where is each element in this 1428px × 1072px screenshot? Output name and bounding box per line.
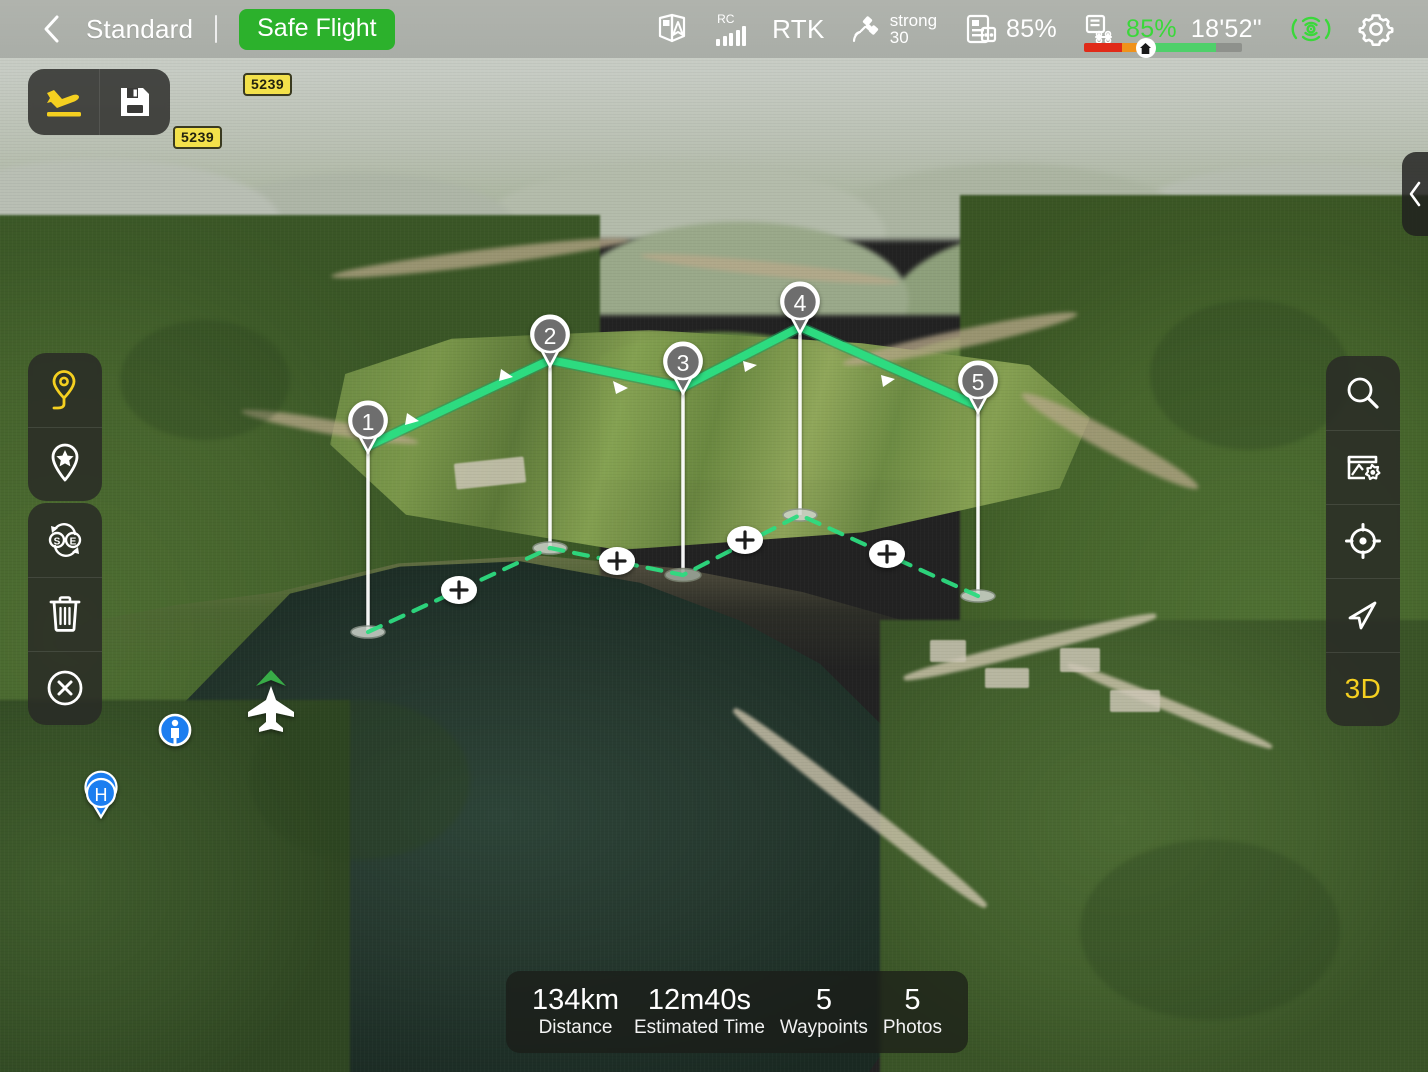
mission-summary-bar: 134km Distance 12m40s Estimated Time 5 W… — [506, 971, 968, 1053]
add-waypoint-button[interactable] — [441, 576, 477, 604]
waypoint-number: 3 — [677, 350, 690, 376]
toggle-3d-button[interactable]: 3D — [1326, 652, 1400, 726]
stat-distance: 134km Distance — [532, 985, 619, 1039]
flight-mode-label: Standard — [86, 14, 193, 45]
topbar-status-group: RC RTK — [641, 0, 1428, 58]
exit-edit-button[interactable] — [28, 651, 102, 725]
recenter-button[interactable] — [1326, 504, 1400, 578]
navigation-arrow-icon — [1344, 596, 1382, 634]
chevron-left-icon — [41, 14, 61, 44]
map-controls-rail: 3D — [1326, 356, 1400, 726]
gnss-strength: strong — [890, 12, 937, 29]
recenter-target-icon — [1343, 521, 1383, 561]
waypoint-number: 5 — [972, 369, 985, 395]
back-button[interactable] — [38, 16, 64, 42]
view-3d-label: 3D — [1345, 673, 1382, 705]
transmission-status[interactable] — [1278, 0, 1344, 58]
search-button[interactable] — [1326, 356, 1400, 430]
rc-signal-status[interactable]: RC — [703, 0, 759, 58]
map-settings-icon — [1343, 448, 1383, 486]
trash-icon — [47, 594, 83, 634]
ground-track — [368, 515, 978, 632]
mission-tools-group — [28, 69, 170, 135]
waypoint-marker[interactable]: 4 — [782, 283, 819, 333]
stat-label: Photos — [883, 1017, 942, 1039]
waypoint-pin-icon — [45, 368, 85, 412]
add-waypoint-button[interactable] — [869, 540, 905, 568]
stat-value: 5 — [904, 985, 920, 1015]
home-point-icon: H — [85, 772, 116, 817]
search-icon — [1344, 374, 1382, 412]
add-waypoint-button[interactable] — [727, 526, 763, 554]
add-waypoint-button[interactable] — [599, 547, 635, 575]
stat-photos: 5 Photos — [883, 985, 942, 1039]
top-status-bar: Standard Safe Flight RC RTK — [0, 0, 1428, 58]
transmission-icon — [1291, 11, 1331, 47]
rc-signal-bars — [716, 26, 746, 46]
satellite-icon — [851, 13, 883, 45]
gnss-status[interactable]: strong 30 — [838, 0, 950, 58]
rc-signal-wrap: RC — [716, 13, 746, 46]
waypoint-number: 2 — [544, 323, 557, 349]
delete-route-button[interactable] — [28, 577, 102, 651]
reverse-route-tool[interactable]: S E — [28, 503, 102, 577]
flight-time-value: 18'52" — [1191, 15, 1262, 44]
swap-start-end-icon: S E — [43, 522, 87, 558]
gnss-count: 30 — [890, 29, 937, 46]
chevron-left-icon — [1407, 180, 1423, 208]
aircraft-icon — [248, 670, 294, 732]
settings-button[interactable] — [1344, 0, 1408, 58]
poi-star-pin-icon — [46, 442, 84, 486]
battery-meter — [1084, 43, 1242, 52]
waypoint-tools-rail — [28, 353, 102, 501]
svg-text:E: E — [70, 537, 77, 548]
takeoff-icon — [42, 82, 86, 122]
obstacle-avoidance-status[interactable] — [641, 0, 703, 58]
drone-battery-icon — [1083, 12, 1117, 46]
stat-label: Estimated Time — [634, 1017, 765, 1039]
stat-estimated-time: 12m40s Estimated Time — [634, 985, 765, 1039]
battery-critical-segment — [1084, 43, 1122, 52]
rc-battery-value: 85% — [1006, 15, 1057, 44]
svg-text:S: S — [54, 537, 61, 548]
remote-battery-icon — [963, 12, 997, 46]
rtk-status[interactable]: RTK — [759, 0, 838, 58]
stat-value: 5 — [816, 985, 832, 1015]
waypoint-number: 1 — [362, 409, 375, 435]
route-edit-rail: S E — [28, 503, 102, 725]
stat-label: Distance — [539, 1017, 613, 1039]
stat-waypoints: 5 Waypoints — [780, 985, 868, 1039]
rtk-label: RTK — [772, 14, 825, 45]
safe-flight-status[interactable]: Safe Flight — [239, 9, 395, 50]
home-icon — [1139, 42, 1152, 55]
stat-label: Waypoints — [780, 1017, 868, 1039]
shield-vision-icon — [654, 11, 690, 47]
drone-battery-status[interactable]: 85% 18'52" — [1070, 0, 1278, 58]
rc-label: RC — [717, 13, 734, 25]
topbar-left-group: Standard Safe Flight — [0, 0, 395, 58]
battery-return-home-marker — [1136, 38, 1156, 58]
stat-value: 12m40s — [648, 985, 751, 1015]
gnss-readout: strong 30 — [890, 12, 937, 47]
battery-empty-segment — [1216, 43, 1242, 52]
navigate-button[interactable] — [1326, 578, 1400, 652]
map-settings-button[interactable] — [1326, 430, 1400, 504]
pilot-location-icon — [160, 715, 190, 745]
flight-path-overlay[interactable]: 1 2 3 4 5 — [0, 0, 1428, 1072]
map-viewport[interactable]: 5239 5239 — [0, 0, 1428, 1072]
rc-battery-status[interactable]: 85% — [950, 0, 1070, 58]
waypoint-number: 4 — [794, 290, 807, 316]
save-icon — [116, 83, 154, 121]
right-drawer-handle[interactable] — [1402, 152, 1428, 236]
close-circle-icon — [45, 668, 85, 708]
add-waypoint-tool[interactable] — [28, 353, 102, 427]
topbar-divider — [215, 15, 217, 43]
save-mission-button[interactable] — [99, 69, 170, 135]
stat-value: 134km — [532, 985, 619, 1015]
gear-icon — [1357, 10, 1395, 48]
add-poi-tool[interactable] — [28, 427, 102, 501]
takeoff-button[interactable] — [28, 69, 99, 135]
home-letter: H — [95, 785, 108, 805]
